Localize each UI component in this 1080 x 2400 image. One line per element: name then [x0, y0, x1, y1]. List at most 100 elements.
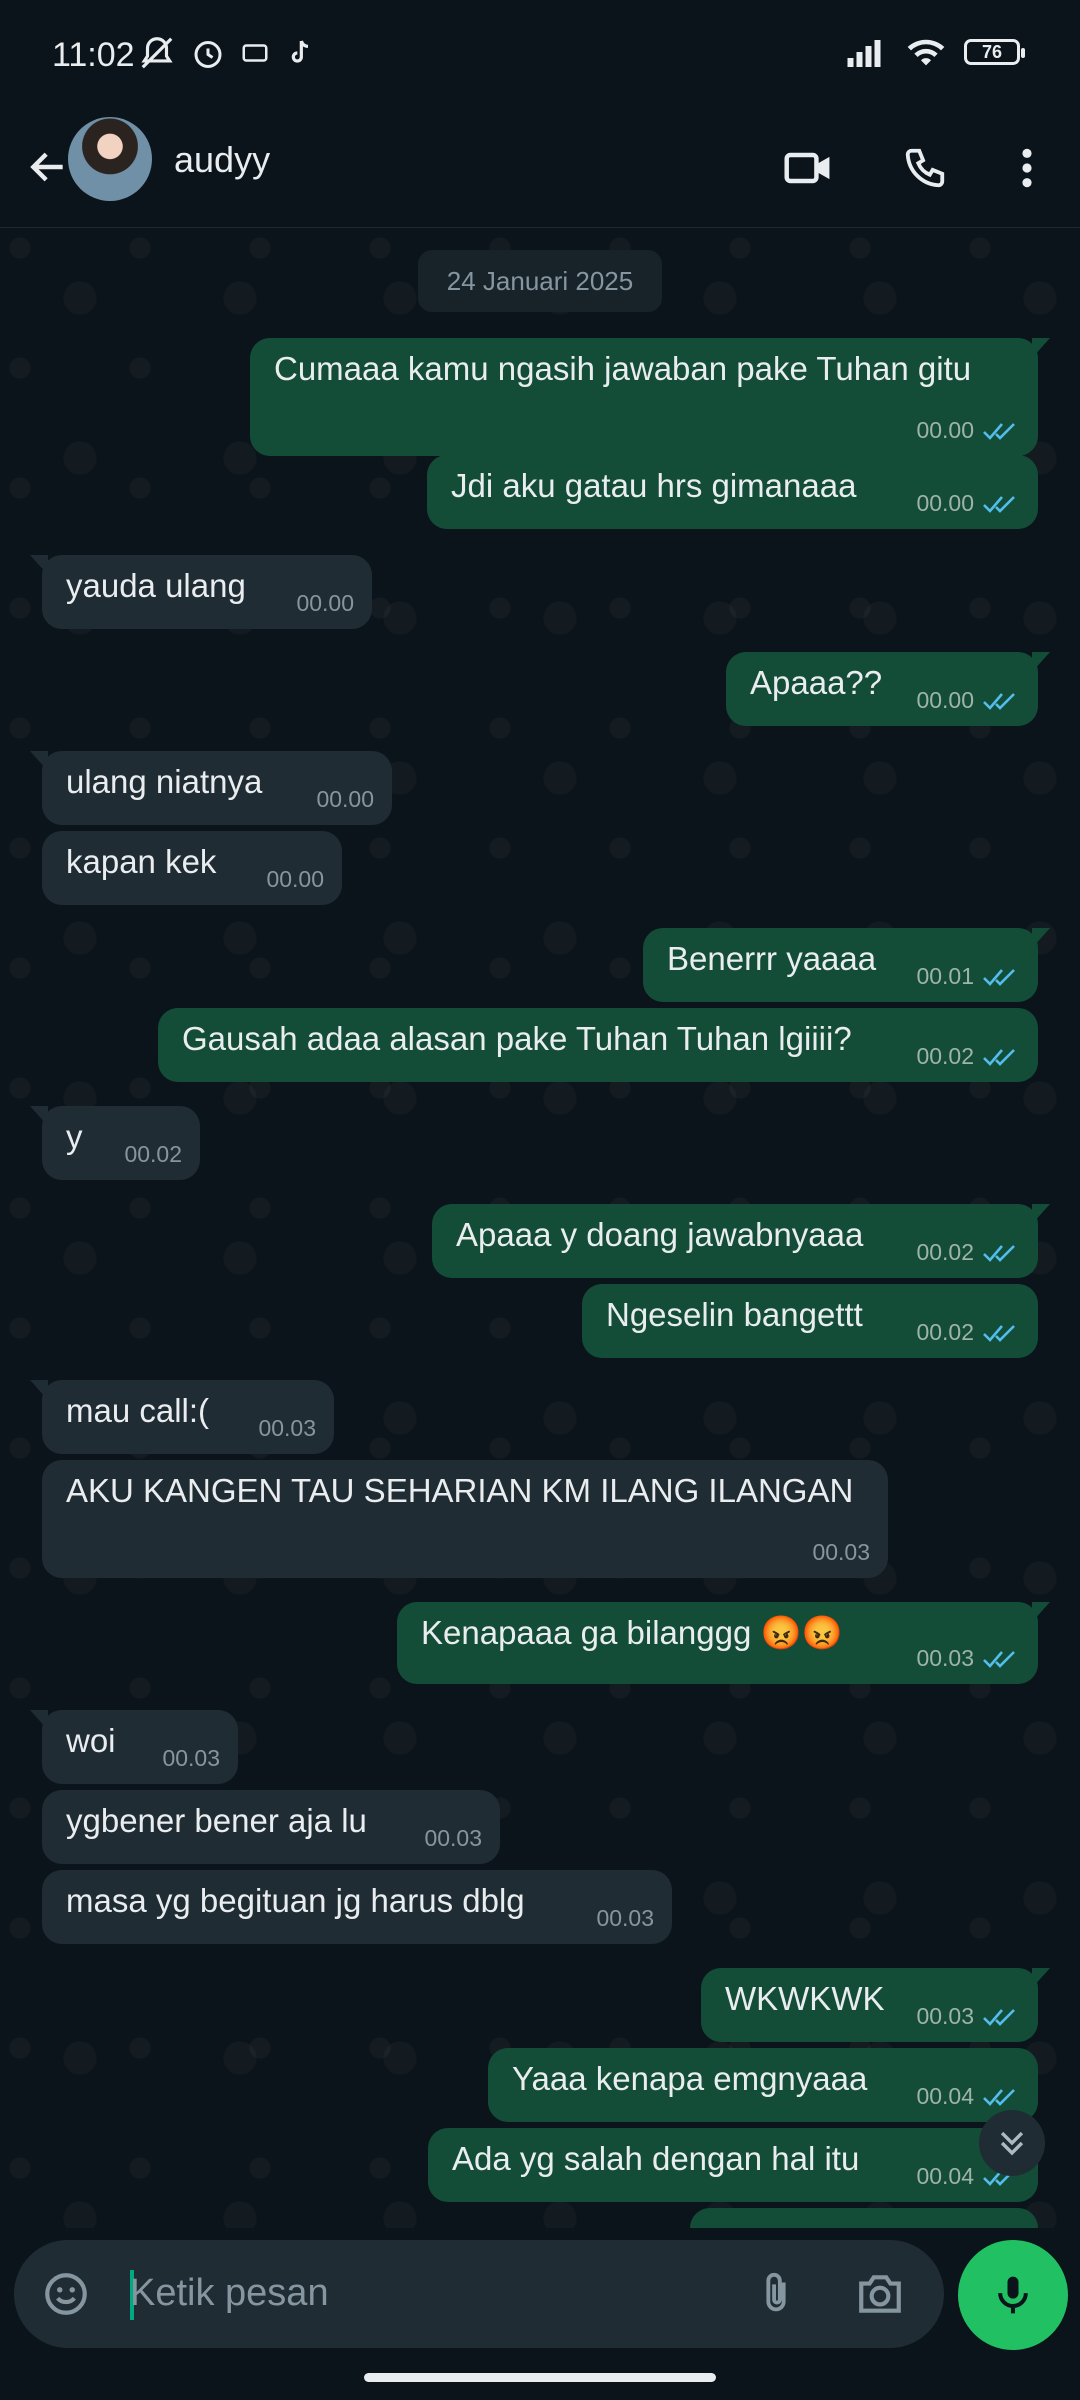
status-time: 11:02 [52, 36, 135, 74]
message-bubble-out[interactable] [690, 2208, 1038, 2228]
video-call-button[interactable] [774, 133, 844, 203]
message-bubble-in[interactable]: AKU KANGEN TAU SEHARIAN KM ILANG ILANGAN… [42, 1460, 888, 1578]
message-time: 00.04 [916, 2163, 974, 2189]
message-text: ulang niatnya [66, 763, 263, 800]
message-time: 00.02 [916, 1043, 974, 1069]
message-text: y [66, 1118, 83, 1155]
read-receipt-icon [983, 422, 1015, 440]
message-time: 00.00 [296, 590, 354, 616]
read-receipt-icon [983, 1048, 1015, 1066]
message-bubble-out[interactable]: Benerrr yaaaa 00.01 [643, 928, 1050, 1002]
message-text: woi [66, 1722, 116, 1759]
message-time: 00.00 [266, 866, 324, 892]
sticker-button[interactable] [34, 2262, 98, 2326]
tiktok-icon [291, 40, 309, 63]
contact-name[interactable]: audyy [174, 139, 270, 181]
read-receipt-icon [983, 1324, 1015, 1342]
message-time: 00.03 [258, 1415, 316, 1441]
message-bubble-out[interactable]: WKWKWK 00.03 [701, 1968, 1050, 2042]
message-time: 00.02 [124, 1141, 182, 1167]
camera-icon [859, 2275, 901, 2313]
message-bubble-in[interactable]: y 00.02 [30, 1106, 200, 1180]
read-receipt-icon [983, 968, 1015, 986]
message-bubble-out[interactable]: Ngeselin bangettt 00.02 [582, 1284, 1038, 1358]
message-composer: Ketik pesan [14, 2240, 944, 2348]
message-time: 00.02 [916, 1319, 974, 1345]
read-receipt-icon [983, 692, 1015, 710]
video-camera-icon [784, 152, 830, 184]
voice-call-button[interactable] [890, 133, 960, 203]
home-indicator[interactable] [364, 2373, 716, 2382]
battery-level: 76 [981, 41, 1003, 62]
message-bubble-in[interactable]: yauda ulang 00.00 [30, 555, 372, 629]
message-bubble-in[interactable]: mau call:( 00.03 [30, 1380, 334, 1454]
message-text: Benerrr yaaaa [667, 940, 877, 977]
sticker-icon [45, 2273, 87, 2315]
message-time: 00.03 [916, 1645, 974, 1671]
mute-bell-icon [141, 37, 173, 69]
voice-message-button[interactable] [958, 2240, 1068, 2350]
message-bubble-in[interactable]: woi 00.03 [30, 1710, 238, 1784]
message-input[interactable]: Ketik pesan [130, 2272, 329, 2315]
message-time: 00.03 [162, 1745, 220, 1771]
message-bubble-in[interactable]: kapan kek 00.00 [42, 831, 342, 905]
message-bubble-out[interactable]: Gausah adaa alasan pake Tuhan Tuhan lgii… [158, 1008, 1038, 1082]
camera-button[interactable] [848, 2262, 912, 2326]
scroll-to-bottom-button[interactable] [979, 2110, 1045, 2176]
alarm-icon [194, 41, 222, 68]
message-text: Cumaaa kamu ngasih jawaban pake Tuhan gi… [274, 350, 972, 387]
chat-header: audyy [0, 115, 1080, 228]
message-bubble-out[interactable]: Cumaaa kamu ngasih jawaban pake Tuhan gi… [250, 338, 1050, 456]
message-bubble-in[interactable]: ygbener bener aja lu 00.03 [42, 1790, 500, 1864]
message-text: yauda ulang [66, 567, 246, 604]
message-time: 00.03 [916, 2003, 974, 2029]
message-text: Apaaa y doang jawabnyaaa [456, 1216, 864, 1253]
message-text: Kenapaaa ga bilanggg 😡😡 [421, 1614, 843, 1651]
message-time: 00.03 [596, 1905, 654, 1931]
read-receipt-icon [983, 2088, 1015, 2106]
read-receipt-icon [983, 1244, 1015, 1262]
message-text: mau call:( [66, 1392, 210, 1429]
message-text: Ngeselin bangettt [606, 1296, 863, 1333]
message-bubble-out[interactable]: Yaaa kenapa emgnyaaa 00.04 [488, 2048, 1038, 2122]
phone-icon [905, 148, 945, 188]
message-bubble-in[interactable]: ulang niatnya 00.00 [30, 751, 392, 825]
double-chevron-down-icon [1000, 2131, 1024, 2156]
read-receipt-icon [983, 1650, 1015, 1668]
avatar[interactable] [68, 117, 152, 201]
microphone-icon [998, 2276, 1028, 2314]
message-text: Jdi aku gatau hrs gimanaaa [451, 467, 857, 504]
message-time: 00.00 [916, 687, 974, 713]
message-bubble-out[interactable]: Apaaa?? 00.00 [726, 652, 1050, 726]
read-receipt-icon [983, 495, 1015, 513]
message-text: Ada yg salah dengan hal itu [452, 2140, 860, 2177]
message-bubble-out[interactable]: Apaaa y doang jawabnyaaa 00.02 [432, 1204, 1050, 1278]
message-text: masa yg begituan jg harus dblg [66, 1882, 525, 1919]
date-chip: 24 Januari 2025 [418, 250, 662, 312]
message-time: 00.01 [916, 963, 974, 989]
message-time: 00.04 [916, 2083, 974, 2109]
message-time: 00.02 [916, 1239, 974, 1265]
message-text: Gausah adaa alasan pake Tuhan Tuhan lgii… [182, 1020, 852, 1057]
arrow-left-icon [30, 152, 63, 182]
bank-app-icon [242, 44, 268, 62]
message-text: AKU KANGEN TAU SEHARIAN KM ILANG ILANGAN [66, 1472, 854, 1509]
chat-area[interactable]: 24 Januari 2025 Cumaaa kamu ngasih jawab… [0, 228, 1080, 2228]
signal-icon [847, 40, 881, 67]
message-time: 00.00 [916, 417, 974, 443]
message-text: WKWKWK [725, 1980, 885, 2017]
message-text: Apaaa?? [750, 664, 883, 701]
message-bubble-out[interactable]: Jdi aku gatau hrs gimanaaa 00.00 [427, 455, 1038, 529]
message-time: 00.00 [316, 786, 374, 812]
message-bubble-out[interactable]: Ada yg salah dengan hal itu 00.04 [428, 2128, 1038, 2202]
battery-icon: 76 [964, 39, 1025, 65]
attach-button[interactable] [744, 2262, 808, 2326]
more-options-button[interactable] [992, 133, 1062, 203]
message-bubble-in[interactable]: masa yg begituan jg harus dblg 00.03 [42, 1870, 672, 1944]
paperclip-icon [766, 2272, 786, 2312]
message-bubble-out[interactable]: Kenapaaa ga bilanggg 😡😡 00.03 [397, 1602, 1050, 1684]
wifi-icon [907, 39, 945, 66]
more-vert-icon [1022, 148, 1032, 188]
message-text: ygbener bener aja lu [66, 1802, 367, 1839]
message-text: kapan kek [66, 843, 217, 880]
